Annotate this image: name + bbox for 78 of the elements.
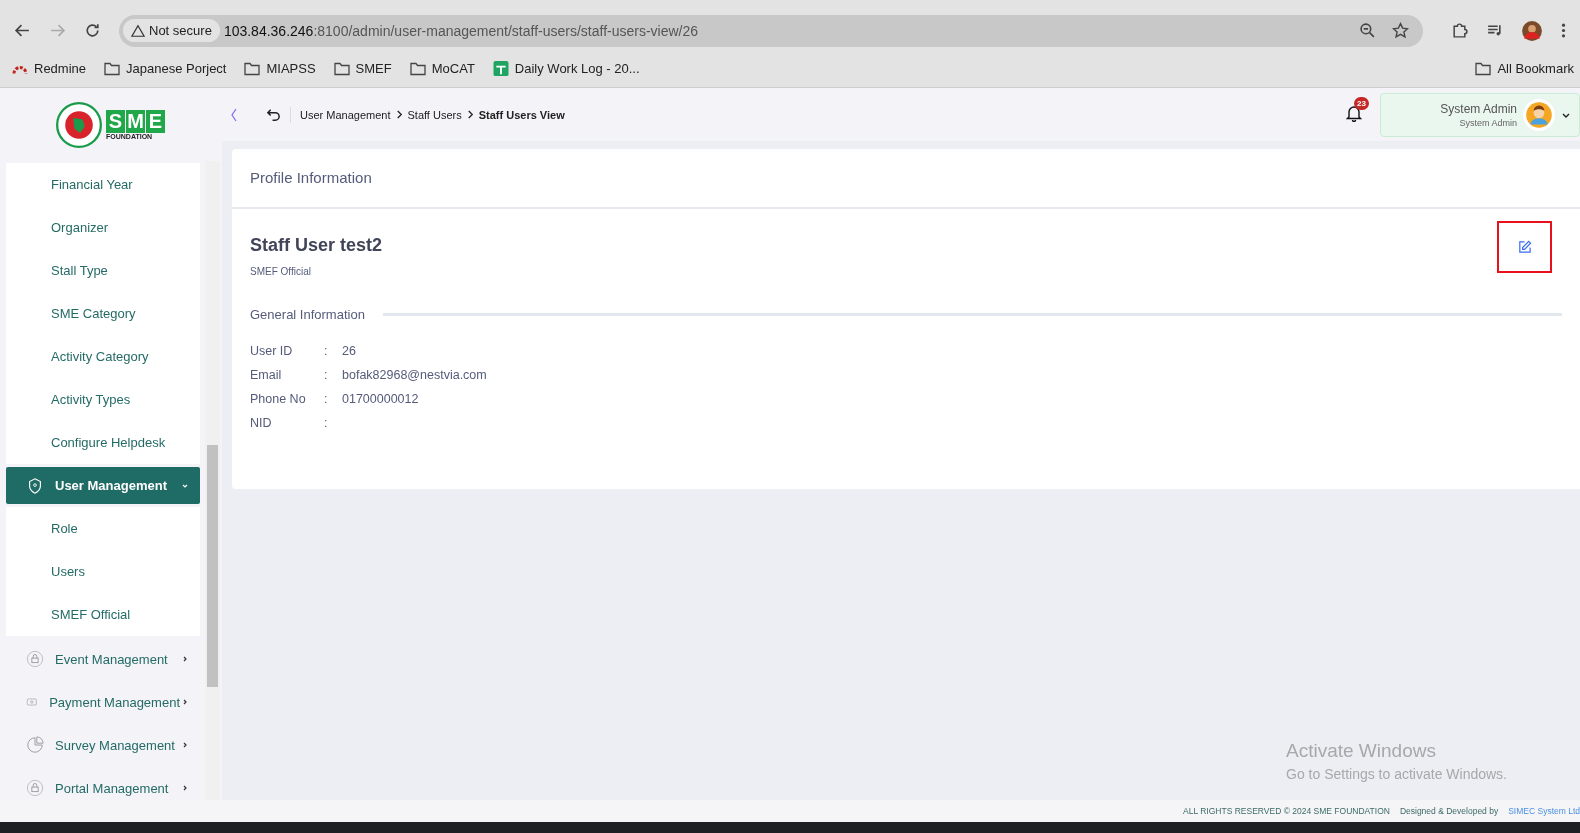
bookmark[interactable]: Daily Work Log - 20... bbox=[492, 60, 640, 76]
sidebar-item[interactable]: Stall Type bbox=[6, 249, 200, 292]
sidebar-item[interactable]: Users bbox=[6, 550, 200, 593]
all-bookmarks-button[interactable]: All Bookmark bbox=[1475, 60, 1574, 76]
folder-icon bbox=[244, 60, 261, 76]
activation-notice-text: Go to Settings to activate Windows. bbox=[1286, 766, 1508, 782]
sidebar-item[interactable]: Role bbox=[6, 507, 200, 550]
sidebar-item[interactable]: Activity Category bbox=[6, 335, 200, 378]
sidebar-item[interactable]: Configure Helpdesk bbox=[6, 421, 200, 464]
sidebar-item[interactable]: SMEF Official bbox=[6, 593, 200, 636]
folder-icon bbox=[104, 60, 121, 76]
field-value: 01700000012 bbox=[342, 392, 420, 406]
puzzle-icon[interactable] bbox=[1451, 22, 1468, 39]
breadcrumb-item[interactable]: Staff Users bbox=[407, 108, 462, 121]
security-chip[interactable]: Not secure bbox=[123, 19, 220, 42]
field-value: bofak82968@nestvia.com bbox=[342, 368, 488, 382]
collapse-icon[interactable] bbox=[230, 106, 238, 123]
section-title: General Information bbox=[250, 307, 365, 322]
sidebar-group[interactable]: Event Management bbox=[6, 639, 200, 679]
user-role-label: SMEF Official bbox=[250, 266, 312, 277]
kebab-menu-icon[interactable] bbox=[1561, 22, 1566, 39]
user-name: System Admin bbox=[1440, 101, 1517, 116]
star-icon[interactable] bbox=[1392, 22, 1409, 39]
field-value: 26 bbox=[342, 344, 357, 358]
card-title: Profile Information bbox=[232, 149, 1580, 209]
spreadsheet-icon bbox=[492, 60, 509, 76]
edit-icon bbox=[1517, 239, 1532, 255]
bookmark[interactable]: Japanese Porject bbox=[104, 60, 227, 76]
lock-icon bbox=[26, 650, 44, 668]
zoom-icon[interactable] bbox=[1359, 22, 1376, 39]
folder-icon bbox=[1475, 60, 1492, 76]
url-text: 103.84.36.246:8100/admin/user-management/staff-users/staff-users-view/26 bbox=[223, 22, 699, 39]
shield-icon bbox=[26, 476, 44, 495]
bookmark[interactable]: MIAPSS bbox=[244, 60, 316, 76]
sidebar-item[interactable]: Organizer bbox=[6, 206, 200, 249]
edit-button[interactable] bbox=[1497, 221, 1552, 273]
pie-chart-icon bbox=[26, 736, 44, 754]
back-icon[interactable] bbox=[14, 22, 31, 39]
user-avatar-icon bbox=[1523, 98, 1555, 131]
bookmark[interactable]: MoCAT bbox=[409, 60, 475, 76]
chevron-icon bbox=[395, 110, 403, 119]
emblem-icon bbox=[56, 101, 102, 148]
chevron-icon bbox=[466, 110, 474, 119]
sidebar-group[interactable]: User Management bbox=[6, 467, 200, 504]
lock-icon bbox=[26, 779, 44, 797]
bookmark[interactable]: SMEF bbox=[333, 60, 392, 76]
copyright-text: ALL RIGHTS RESERVED © 2024 SME FOUNDATION bbox=[1183, 806, 1390, 816]
reload-icon[interactable] bbox=[84, 22, 101, 39]
user-menu[interactable]: System Admin System Admin bbox=[1380, 92, 1580, 137]
field-label: Phone No bbox=[250, 392, 307, 406]
folder-icon bbox=[333, 60, 350, 76]
credit-text: Designed & Developed by bbox=[1399, 806, 1499, 816]
field-separator: : bbox=[324, 416, 329, 430]
scrollbar[interactable] bbox=[205, 161, 220, 800]
undo-arrow-icon[interactable] bbox=[266, 107, 281, 122]
sidebar-group[interactable]: Payment Management bbox=[6, 682, 200, 722]
bookmark[interactable]: Redmine bbox=[12, 60, 87, 76]
user-role: System Admin bbox=[1459, 117, 1517, 128]
field-separator: : bbox=[324, 392, 329, 406]
breadcrumb-item[interactable]: User Management bbox=[300, 108, 391, 121]
field-label: Email bbox=[250, 368, 283, 382]
sidebar-item[interactable]: Financial Year bbox=[6, 163, 200, 206]
field-separator: : bbox=[324, 368, 329, 382]
breadcrumb-item: Staff Users View bbox=[478, 108, 565, 121]
user-full-name: Staff User test2 bbox=[250, 235, 383, 256]
sidebar-group[interactable]: Survey Management bbox=[6, 725, 200, 765]
warning-icon bbox=[131, 23, 145, 38]
field-separator: : bbox=[324, 344, 329, 358]
activation-notice-title: Activate Windows bbox=[1286, 740, 1437, 762]
notification-count: 23 bbox=[1354, 96, 1369, 110]
folder-icon bbox=[409, 60, 426, 76]
sidebar-item[interactable]: SME Category bbox=[6, 292, 200, 335]
sidebar-item[interactable]: Activity Types bbox=[6, 378, 200, 421]
address-bar[interactable]: Not secure 103.84.36.246:8100/admin/user-management/staff-users/staff-users-view/26 bbox=[119, 14, 1423, 47]
field-label: User ID bbox=[250, 344, 294, 358]
profile-avatar-icon[interactable] bbox=[1521, 19, 1543, 42]
field-label: NID bbox=[250, 416, 273, 430]
sidebar-group[interactable]: Portal Management bbox=[6, 768, 200, 800]
